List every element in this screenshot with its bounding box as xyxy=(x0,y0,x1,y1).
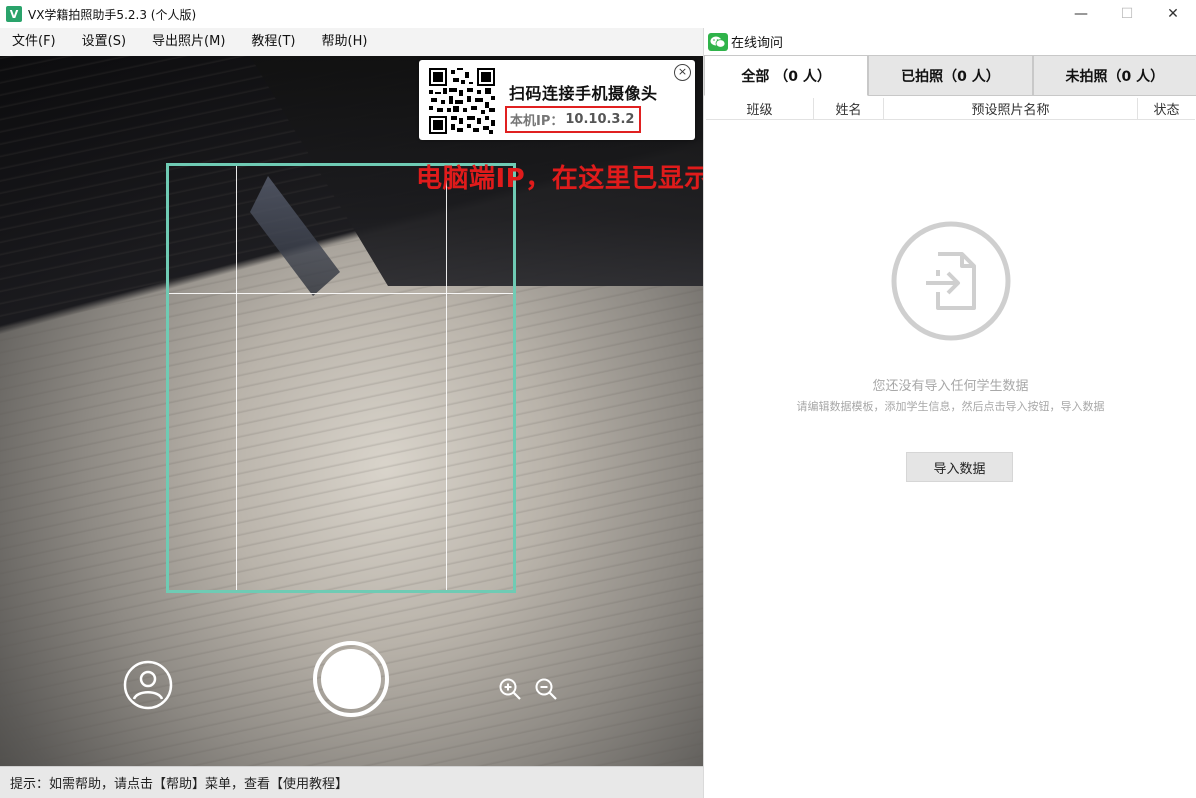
window-controls: — ☐ ✕ xyxy=(1058,0,1196,28)
column-header-class[interactable]: 班级 xyxy=(706,98,814,119)
camera-preview: 扫码连接手机摄像头 本机IP： 10.10.3.2 × 电脑端IP，在这里已显示… xyxy=(0,56,703,766)
shutter-button[interactable] xyxy=(313,641,389,717)
qr-code-icon xyxy=(429,68,495,134)
menu-help[interactable]: 帮助(H) xyxy=(310,28,382,56)
shutter-inner xyxy=(321,649,381,709)
online-inquiry-label: 在线询问 xyxy=(731,36,784,51)
menu-export-photos[interactable]: 导出照片(M) xyxy=(140,28,239,56)
empty-state-subtitle: 请编辑数据模板，添加学生信息，然后点击导入按钮，导入数据 xyxy=(796,400,1105,413)
column-header-photo-name[interactable]: 预设照片名称 xyxy=(884,98,1138,119)
student-table-header: 班级 姓名 预设照片名称 状态 xyxy=(706,98,1195,120)
ip-annotation-text: 电脑端IP，在这里已显示，在手机端填入此ip xyxy=(416,164,703,194)
column-header-name[interactable]: 姓名 xyxy=(814,98,884,119)
grid-line xyxy=(169,293,513,294)
tab-photographed[interactable]: 已拍照（0 人） xyxy=(868,55,1033,96)
menu-settings[interactable]: 设置(S) xyxy=(70,28,140,56)
tab-all[interactable]: 全部 （0 人） xyxy=(704,55,869,96)
zoom-out-icon[interactable] xyxy=(534,677,558,701)
qr-panel-title: 扫码连接手机摄像头 xyxy=(509,84,658,103)
title-bar: V VX学籍拍照助手5.2.3 (个人版) — ☐ ✕ xyxy=(0,0,1196,28)
status-hint-text: 提示：如需帮助，请点击【帮助】菜单，查看【使用教程】 xyxy=(10,777,349,792)
empty-state-title: 您还没有导入任何学生数据 xyxy=(872,379,1029,394)
tab-not-photographed[interactable]: 未拍照（0 人） xyxy=(1032,55,1196,96)
wechat-icon xyxy=(708,32,728,51)
menu-bar: 文件(F) 设置(S) 导出照片(M) 教程(T) 帮助(H) xyxy=(0,28,703,56)
student-tabs: 全部 （0 人） 已拍照（0 人） 未拍照（0 人） xyxy=(704,55,1196,96)
local-ip-box: 本机IP： 10.10.3.2 xyxy=(505,106,641,133)
grid-line xyxy=(446,166,447,590)
window-title: VX学籍拍照助手5.2.3 (个人版) xyxy=(28,7,197,22)
close-qr-panel-icon[interactable]: × xyxy=(674,64,691,81)
app-logo-icon: V xyxy=(6,6,22,22)
student-list-panel: 在线询问 全部 （0 人） 已拍照（0 人） 未拍照（0 人） 班级 姓名 预设… xyxy=(703,28,1196,798)
grid-line xyxy=(236,166,237,590)
import-file-icon xyxy=(891,221,1011,341)
local-ip-label: 本机IP： xyxy=(510,114,564,129)
menu-file[interactable]: 文件(F) xyxy=(0,28,70,56)
crop-frame[interactable] xyxy=(166,163,516,593)
status-bar: 提示：如需帮助，请点击【帮助】菜单，查看【使用教程】 xyxy=(0,766,703,798)
zoom-in-icon[interactable] xyxy=(498,677,522,701)
import-data-button[interactable]: 导入数据 xyxy=(906,452,1013,482)
column-header-status[interactable]: 状态 xyxy=(1138,98,1195,119)
qr-connect-panel: 扫码连接手机摄像头 本机IP： 10.10.3.2 × xyxy=(419,60,695,140)
close-button[interactable]: ✕ xyxy=(1150,0,1196,28)
minimize-button[interactable]: — xyxy=(1058,0,1104,28)
user-circle-icon[interactable] xyxy=(122,659,174,711)
local-ip-value: 10.10.3.2 xyxy=(565,112,635,127)
online-inquiry-link[interactable]: 在线询问 xyxy=(704,28,1196,55)
maximize-button[interactable]: ☐ xyxy=(1104,0,1150,28)
menu-tutorial[interactable]: 教程(T) xyxy=(239,28,309,56)
